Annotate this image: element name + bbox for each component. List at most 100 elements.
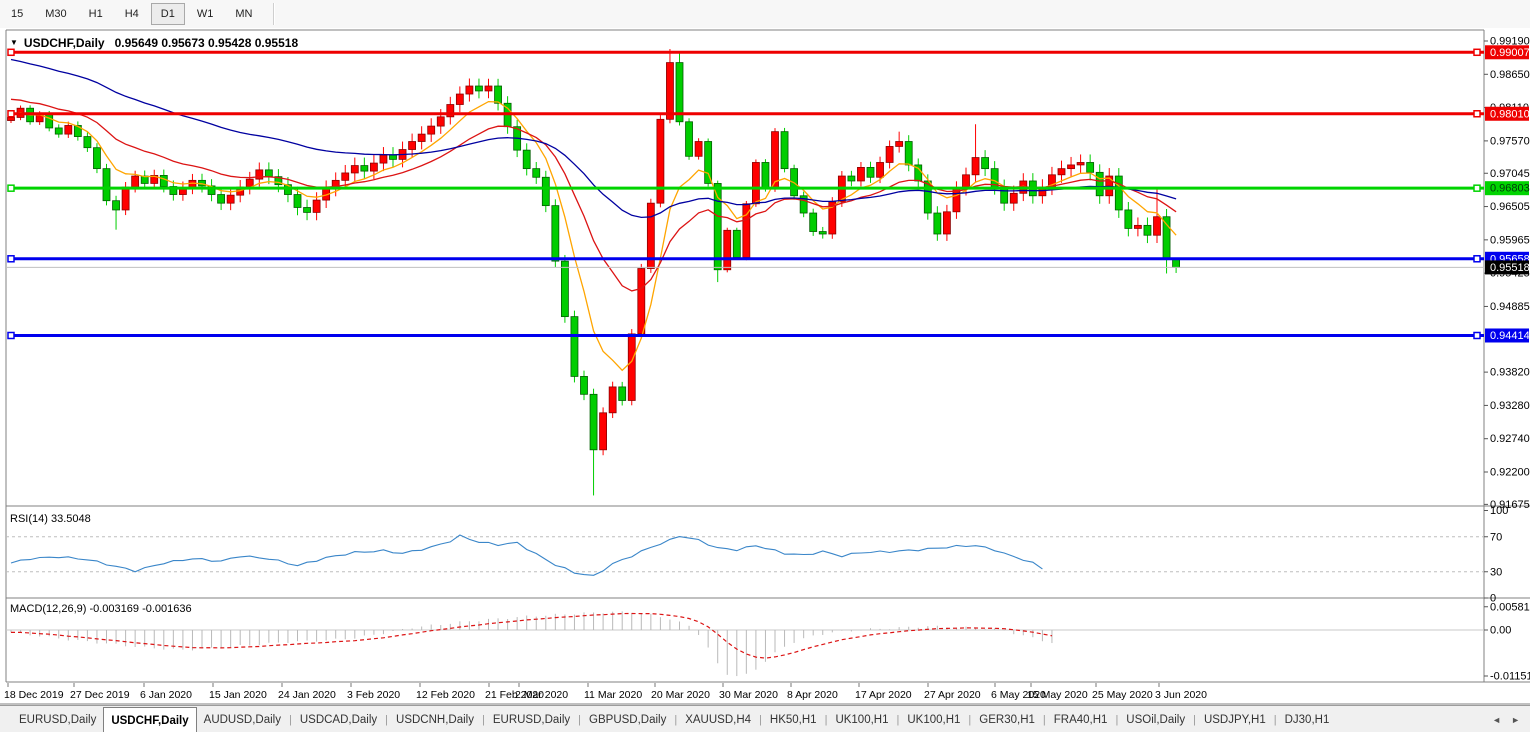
date-tick-label: 15 May 2020: [1027, 689, 1088, 701]
price-tick-label: 0.95965: [1490, 234, 1530, 246]
timeframe-button-h1[interactable]: H1: [79, 3, 113, 25]
price-badge-0.99007: 0.99007: [1485, 45, 1530, 59]
price-tick-label: 0.96505: [1490, 201, 1530, 213]
date-tick-label: 27 Dec 2019: [70, 689, 130, 701]
svg-text:0.96803: 0.96803: [1490, 183, 1530, 195]
macd-tick-label: 0.00: [1490, 625, 1511, 637]
svg-text:0.99007: 0.99007: [1490, 47, 1530, 59]
horizontal-line-0.99007[interactable]: [8, 49, 1484, 55]
tabbar-spacer: [0, 706, 12, 732]
line-handle[interactable]: [1474, 332, 1480, 338]
timeframe-button-h4[interactable]: H4: [115, 3, 149, 25]
price-scale[interactable]: 0.991900.986500.981100.975700.970450.965…: [1484, 36, 1530, 683]
date-tick-label: 30 Mar 2020: [719, 689, 778, 701]
horizontal-line-0.94414[interactable]: [8, 332, 1484, 338]
chart-tab-xauusd[interactable]: XAUUSD,H4: [678, 706, 758, 732]
line-handle[interactable]: [1474, 185, 1480, 191]
price-badge-0.98010: 0.98010: [1485, 107, 1530, 121]
timeframe-toolbar: 15M30H1H4D1W1MN: [0, 0, 1530, 29]
date-tick-label: 8 Apr 2020: [787, 689, 838, 701]
price-tick-label: 0.92740: [1490, 433, 1530, 445]
price-tick-label: 0.93280: [1490, 400, 1530, 412]
chart-symbol-period: USDCHF,Daily: [24, 36, 105, 50]
chart-tab-usdjpy[interactable]: USDJPY,H1: [1197, 706, 1273, 732]
chart-tab-usdcad[interactable]: USDCAD,Daily: [293, 706, 384, 732]
date-tick-label: 27 Apr 2020: [924, 689, 981, 701]
timeframe-button-d1[interactable]: D1: [151, 3, 185, 25]
line-handle[interactable]: [8, 185, 14, 191]
price-tick-label: 0.94885: [1490, 301, 1530, 313]
date-tick-label: 3 Jun 2020: [1155, 689, 1207, 701]
date-tick-label: 25 May 2020: [1092, 689, 1153, 701]
macd-tick-label: 0.005818: [1490, 601, 1530, 613]
horizontal-line-0.96803[interactable]: [8, 185, 1484, 191]
line-handle[interactable]: [8, 332, 14, 338]
chart-ohlc-values: 0.95649 0.95673 0.95428 0.95518: [115, 36, 299, 50]
svg-text:0.94414: 0.94414: [1490, 330, 1530, 342]
chart-title: ▼ USDCHF,Daily 0.95649 0.95673 0.95428 0.9…: [10, 36, 298, 50]
line-handle[interactable]: [1474, 256, 1480, 262]
chart-tab-usdcnh[interactable]: USDCNH,Daily: [389, 706, 481, 732]
tab-scroll-left-icon[interactable]: ◄: [1492, 715, 1501, 725]
macd-tick-label: -0.01151: [1490, 670, 1530, 682]
timeframe-button-m30[interactable]: M30: [35, 3, 76, 25]
chart-tab-fra40[interactable]: FRA40,H1: [1047, 706, 1115, 732]
date-tick-label: 11 Mar 2020: [584, 689, 642, 701]
chart-tab-gbpusd[interactable]: GBPUSD,Daily: [582, 706, 673, 732]
mt4-trading-app: 15M30H1H4D1W1MN 0.991900.986500.981100.9…: [0, 0, 1530, 732]
chart-tab-uk100[interactable]: UK100,H1: [828, 706, 895, 732]
chart-tab-eurusd[interactable]: EURUSD,Daily: [12, 706, 103, 732]
price-tick-label: 0.97045: [1490, 168, 1530, 180]
chart-tab-audusd[interactable]: AUDUSD,Daily: [197, 706, 288, 732]
svg-text:0.95518: 0.95518: [1490, 262, 1530, 274]
price-tick-label: 0.98650: [1490, 69, 1530, 81]
chart-tab-dj30[interactable]: DJ30,H1: [1278, 706, 1337, 732]
price-badge-0.95518: 0.95518: [1485, 260, 1530, 274]
price-tick-label: 0.92200: [1490, 467, 1530, 479]
tab-scroll-right-icon[interactable]: ►: [1511, 715, 1520, 725]
date-tick-label: 6 Jan 2020: [140, 689, 192, 701]
line-handle[interactable]: [1474, 49, 1480, 55]
chart-tab-hk50[interactable]: HK50,H1: [763, 706, 824, 732]
line-handle[interactable]: [8, 256, 14, 262]
rsi-panel: [6, 535, 1484, 575]
timeframe-button-mn[interactable]: MN: [225, 3, 262, 25]
chart-tab-usdchf-active[interactable]: USDCHF,Daily: [103, 707, 196, 732]
horizontal-line-0.9801[interactable]: [8, 111, 1484, 117]
chart-tab-ger30[interactable]: GER30,H1: [972, 706, 1042, 732]
toolbar-separator: [273, 3, 274, 25]
chart-tab-bar: EURUSD,DailyUSDCHF,DailyAUDUSD,Daily|USD…: [0, 705, 1530, 732]
svg-text:0.98010: 0.98010: [1490, 108, 1530, 120]
tab-scroll-arrows[interactable]: ◄►: [1492, 706, 1530, 732]
rsi-tick-label: 30: [1490, 566, 1502, 578]
timeframe-button-w1[interactable]: W1: [187, 3, 224, 25]
chart-tab-usoil[interactable]: USOil,Daily: [1119, 706, 1192, 732]
date-tick-label: 20 Mar 2020: [651, 689, 710, 701]
price-panel: [6, 49, 1484, 495]
rsi-line: [11, 535, 1042, 575]
date-tick-label: 18 Dec 2019: [4, 689, 64, 701]
date-tick-label: 2 Mar 2020: [515, 689, 568, 701]
date-tick-label: 15 Jan 2020: [209, 689, 267, 701]
macd-indicator-label: MACD(12,26,9) -0.003169 -0.001636: [10, 603, 192, 615]
line-handle[interactable]: [8, 49, 14, 55]
rsi-tick-label: 100: [1490, 505, 1508, 517]
chart-tab-eurusd[interactable]: EURUSD,Daily: [486, 706, 577, 732]
fast-ma-line: [11, 102, 1176, 371]
price-tick-label: 0.93820: [1490, 367, 1530, 379]
macd-signal-line: [11, 614, 1052, 659]
macd-panel: [6, 611, 1484, 676]
date-tick-label: 24 Jan 2020: [278, 689, 336, 701]
date-tick-label: 17 Apr 2020: [855, 689, 912, 701]
price-tick-label: 0.97570: [1490, 135, 1530, 147]
panel-borders: [0, 30, 1530, 704]
collapse-triangle-icon[interactable]: ▼: [10, 38, 18, 47]
price-badge-0.96803: 0.96803: [1485, 181, 1530, 195]
line-handle[interactable]: [1474, 111, 1480, 117]
timeframe-button-15[interactable]: 15: [1, 3, 33, 25]
date-scale[interactable]: 18 Dec 2019 27 Dec 2019 6 Jan 2020 15 Jan 2…: [4, 683, 1207, 701]
chart-tab-uk100[interactable]: UK100,H1: [900, 706, 967, 732]
date-tick-label: 3 Feb 2020: [347, 689, 400, 701]
chart-canvas[interactable]: 0.991900.986500.981100.975700.970450.965…: [0, 28, 1530, 705]
line-handle[interactable]: [8, 111, 14, 117]
